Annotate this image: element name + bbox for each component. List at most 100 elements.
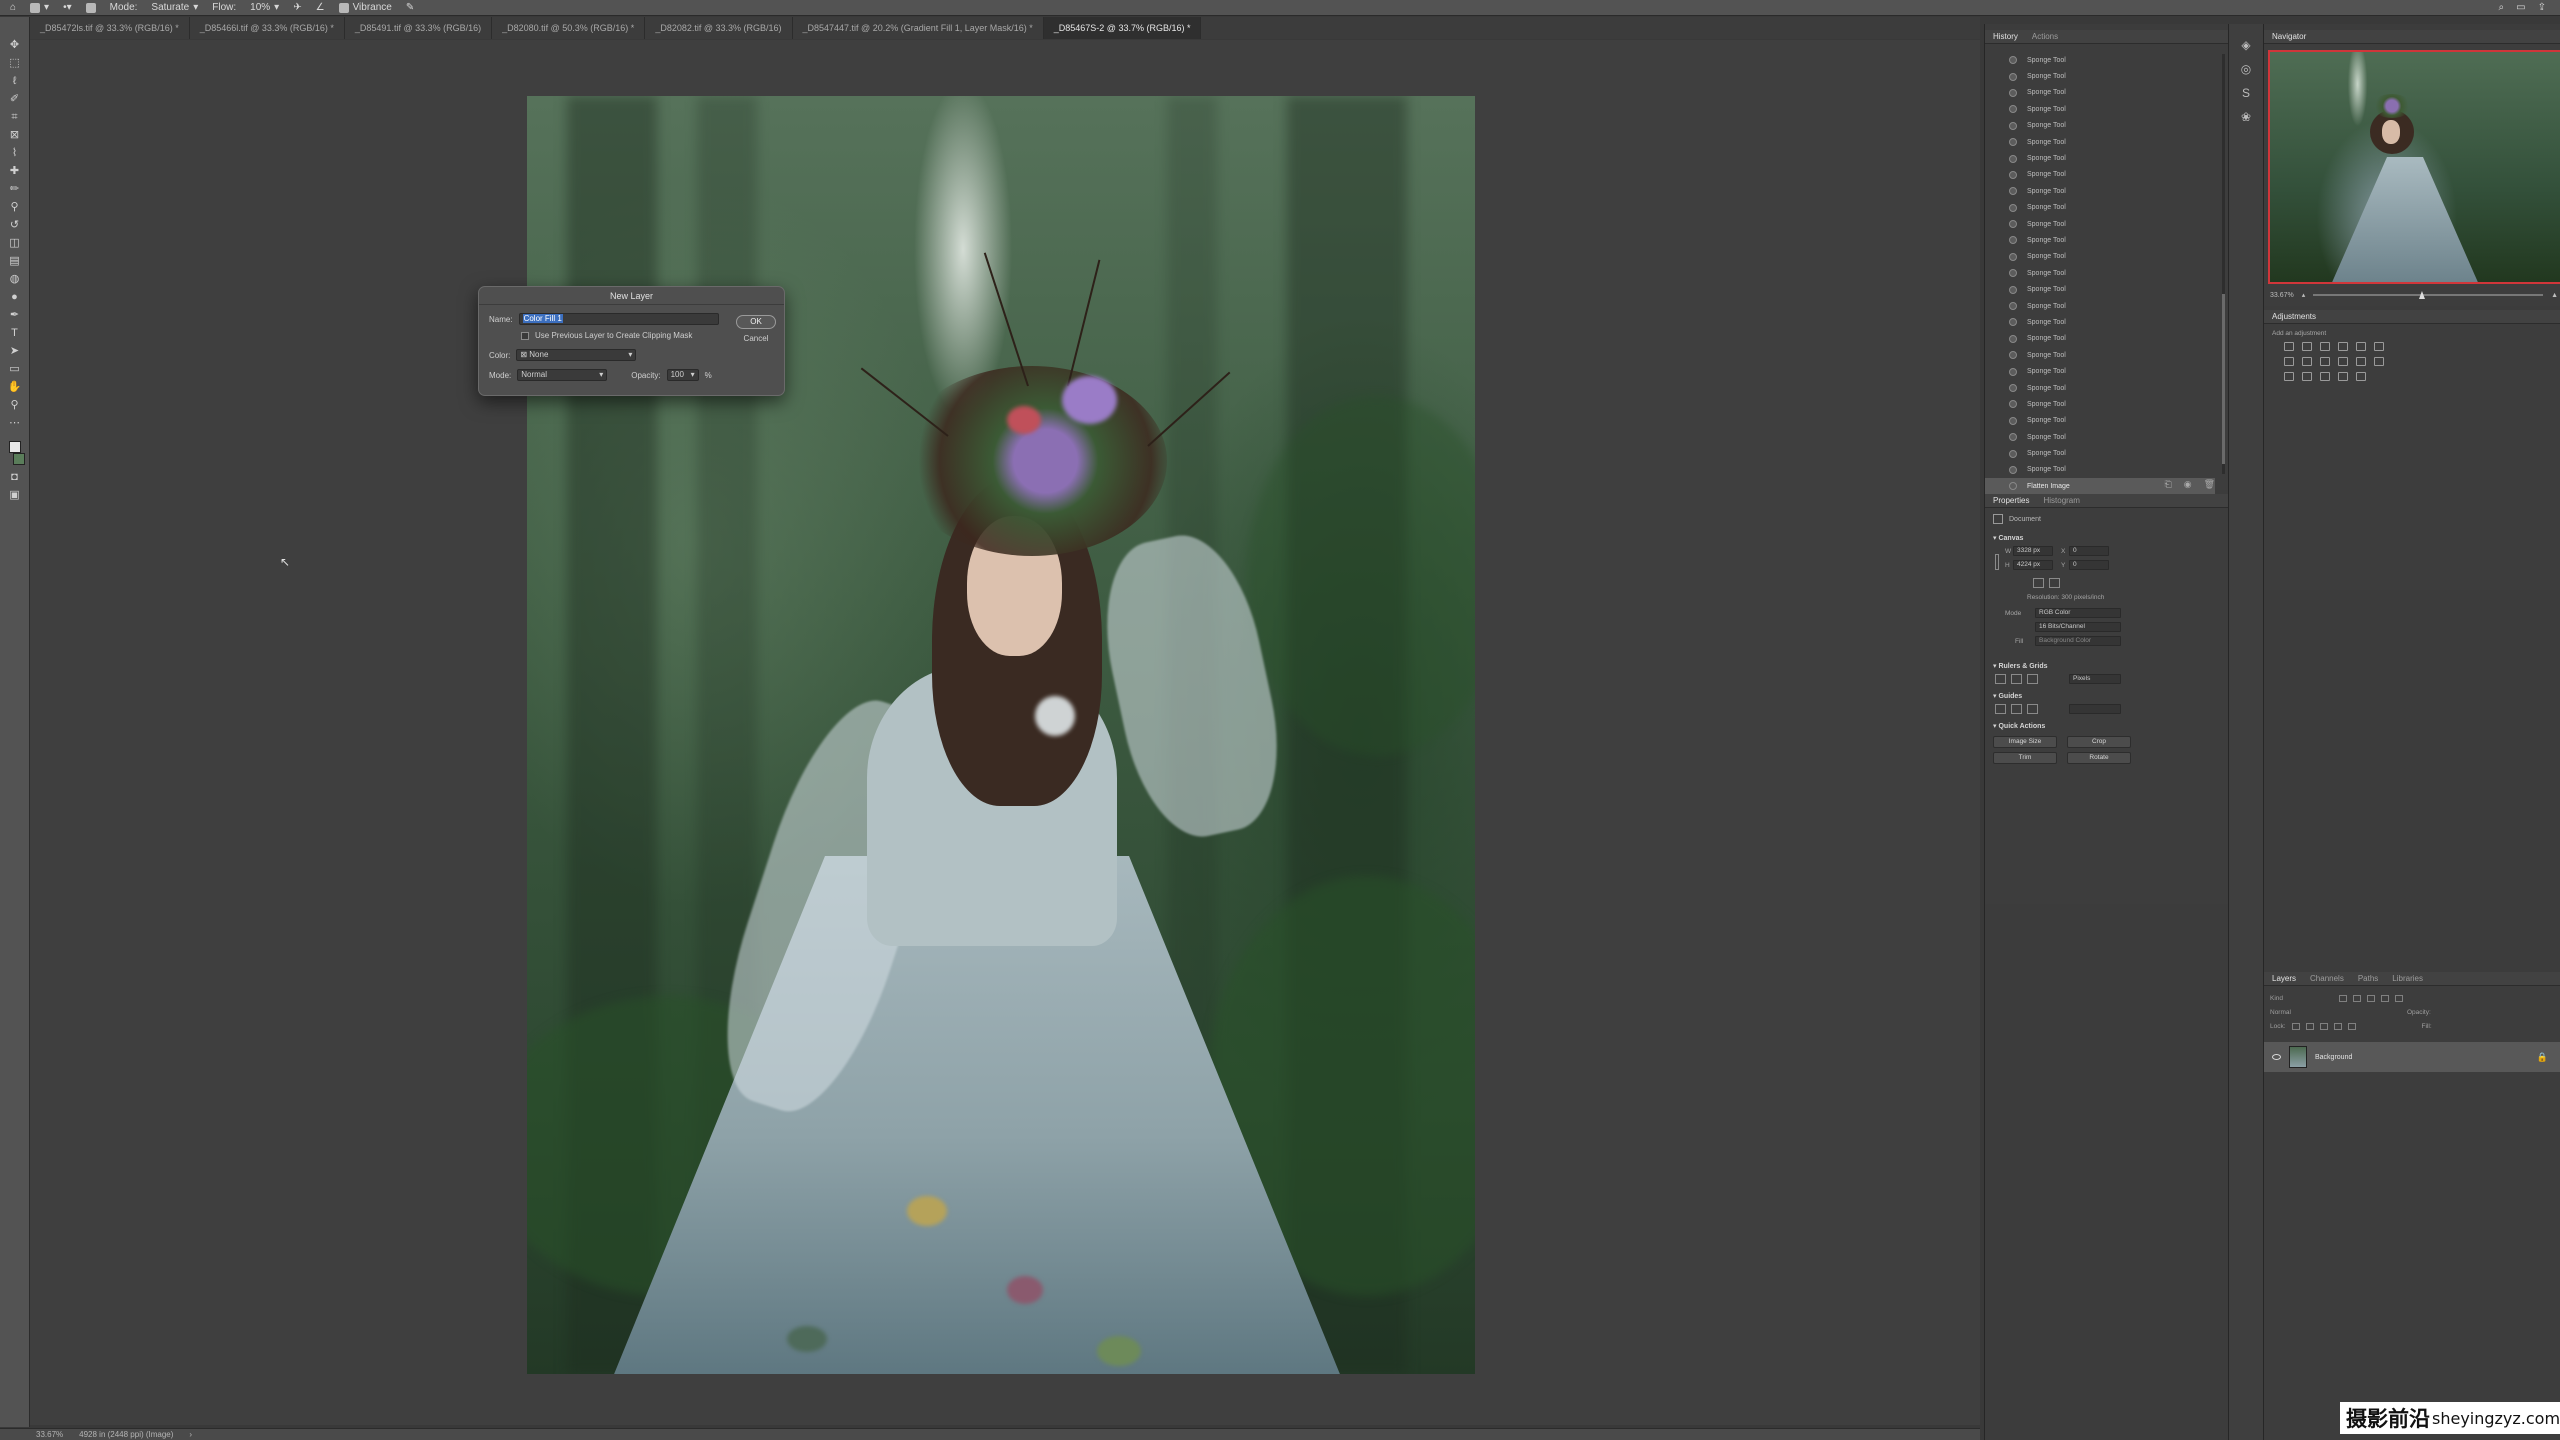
crop-button[interactable]: Crop <box>2067 736 2131 748</box>
pen-tool-icon[interactable]: ✒ <box>8 309 22 321</box>
move-tool-icon[interactable]: ✥ <box>8 39 22 51</box>
history-item[interactable]: Sponge Tool <box>1985 216 2215 232</box>
healing-brush-icon[interactable]: ✚ <box>8 165 22 177</box>
history-brush-icon[interactable]: ↺ <box>8 219 22 231</box>
ok-button[interactable]: OK <box>736 315 776 329</box>
clipping-mask-checkbox[interactable] <box>521 331 529 340</box>
doc-tab[interactable]: _D85491.tif @ 33.3% (RGB/16) <box>345 17 493 39</box>
brush-settings-icon[interactable] <box>85 2 96 13</box>
tab-actions[interactable]: Actions <box>2032 32 2058 41</box>
quick-select-tool-icon[interactable]: ✐ <box>8 93 22 105</box>
quick-mask-icon[interactable]: ◘ <box>8 471 22 483</box>
ruler-icon[interactable] <box>1995 674 2006 684</box>
tool-preset-picker[interactable]: ▾ <box>30 2 49 13</box>
blend-mode-select[interactable]: Normal <box>2270 1009 2291 1016</box>
history-item[interactable]: Sponge Tool <box>1985 101 2215 117</box>
shape-tool-icon[interactable]: ▭ <box>8 363 22 375</box>
filter-type-icon[interactable] <box>2367 994 2376 1002</box>
guide-new-icon[interactable] <box>2027 704 2038 714</box>
tab-navigator[interactable]: Navigator <box>2272 32 2306 41</box>
tab-channels[interactable]: Channels <box>2310 974 2344 983</box>
landscape-icon[interactable] <box>2049 578 2060 588</box>
filter-shape-icon[interactable] <box>2381 994 2390 1002</box>
history-item[interactable]: Sponge Tool <box>1985 298 2215 314</box>
tab-properties[interactable]: Properties <box>1993 496 2029 505</box>
camera-icon[interactable]: ◉ <box>2184 479 2192 490</box>
styles-icon[interactable]: S <box>2239 86 2253 100</box>
mode-select[interactable]: Saturate ▾ <box>151 2 198 13</box>
path-select-icon[interactable]: ➤ <box>8 345 22 357</box>
brush-tool-icon[interactable]: ✏ <box>8 183 22 195</box>
history-item[interactable]: Sponge Tool <box>1985 281 2215 297</box>
trash-icon[interactable]: 🗑 <box>2204 479 2215 490</box>
history-item[interactable]: Sponge Tool <box>1985 200 2215 216</box>
doc-tab[interactable]: _D82080.tif @ 50.3% (RGB/16) * <box>492 17 646 39</box>
new-document-icon[interactable]: ⎗ <box>2165 479 2172 490</box>
vibrance-checkbox[interactable]: Vibrance <box>338 2 392 13</box>
rulers-section-header[interactable]: ▾ Rulers & Grids <box>1993 662 2047 670</box>
filter-kind-select[interactable]: Kind <box>2270 995 2283 1002</box>
tab-adjustments[interactable]: Adjustments <box>2272 312 2316 321</box>
photo-filter-icon[interactable] <box>2338 357 2348 366</box>
marquee-tool-icon[interactable]: ⬚ <box>8 57 22 69</box>
scrollbar-thumb[interactable] <box>2222 294 2225 464</box>
black-white-icon[interactable] <box>2320 357 2330 366</box>
history-item[interactable]: Sponge Tool <box>1985 429 2215 445</box>
history-item[interactable]: Sponge Tool <box>1985 167 2215 183</box>
zoom-in-icon[interactable]: ▲ <box>2551 292 2558 299</box>
eyedropper-tool-icon[interactable]: ⌇ <box>8 147 22 159</box>
sponge-tool-icon[interactable]: ● <box>8 291 22 303</box>
zoom-tool-icon[interactable]: ⚲ <box>8 399 22 411</box>
gradient-tool-icon[interactable]: ▤ <box>8 255 22 267</box>
grid-icon[interactable] <box>2011 674 2022 684</box>
tab-layers[interactable]: Layers <box>2272 974 2296 983</box>
lock-all-icon[interactable] <box>2347 1022 2356 1030</box>
trim-button[interactable]: Trim <box>1993 752 2057 764</box>
mode-select[interactable]: Normal ▾ <box>517 369 608 381</box>
levels-icon[interactable] <box>2302 342 2312 351</box>
brightness-icon[interactable] <box>2284 342 2294 351</box>
history-item[interactable]: Sponge Tool <box>1985 396 2215 412</box>
lock-artboard-icon[interactable] <box>2333 1022 2342 1030</box>
image-size-button[interactable]: Image Size <box>1993 736 2057 748</box>
invert-icon[interactable] <box>2284 372 2294 381</box>
mode-select[interactable]: RGB Color <box>2035 608 2121 618</box>
filter-adjust-icon[interactable] <box>2353 994 2362 1002</box>
layer-row-background[interactable]: Background 🔒 <box>2264 1042 2560 1072</box>
history-item[interactable]: Sponge Tool <box>1985 68 2215 84</box>
color-select[interactable]: ⊠ None ▾ <box>516 349 637 361</box>
doc-tab[interactable]: _D82082.tif @ 33.3% (RGB/16) <box>645 17 793 39</box>
filter-pixel-icon[interactable] <box>2339 994 2348 1002</box>
channel-mixer-icon[interactable] <box>2356 357 2366 366</box>
width-field[interactable]: 3328 px <box>2013 546 2053 556</box>
more-tools-icon[interactable]: ⋯ <box>8 417 22 429</box>
navigator-zoom-slider[interactable] <box>2313 291 2544 299</box>
home-icon[interactable]: ⌂ <box>10 2 16 13</box>
exposure-icon[interactable] <box>2338 342 2348 351</box>
swatches-icon[interactable]: ◎ <box>2239 62 2253 76</box>
bit-depth-select[interactable]: 16 Bits/Channel <box>2035 622 2121 632</box>
gradient-triangle-icon[interactable] <box>2374 342 2384 351</box>
history-item[interactable]: Sponge Tool <box>1985 331 2215 347</box>
layer-name-input[interactable]: Color Fill 1 <box>518 313 719 325</box>
workspace-icon[interactable]: ▭ <box>2516 2 2525 13</box>
guides-section-header[interactable]: ▾ Guides <box>1993 692 2022 700</box>
gradient-map-icon[interactable] <box>2356 372 2366 381</box>
history-item[interactable]: Sponge Tool <box>1985 265 2215 281</box>
status-arrow-icon[interactable]: › <box>189 1430 192 1439</box>
history-item[interactable]: Sponge Tool <box>1985 134 2215 150</box>
guide-grid-icon[interactable] <box>2027 674 2038 684</box>
pressure-icon[interactable]: ✎ <box>406 2 414 13</box>
doc-tab[interactable]: _D8547447.tif @ 20.2% (Gradient Fill 1, … <box>793 17 1044 39</box>
history-item[interactable]: Sponge Tool <box>1985 413 2215 429</box>
history-item[interactable]: Sponge Tool <box>1985 150 2215 166</box>
doc-tab-active[interactable]: _D85467S-2 @ 33.7% (RGB/16) * <box>1043 17 1202 39</box>
tab-libraries[interactable]: Libraries <box>2392 974 2423 983</box>
color-icon[interactable]: ◈ <box>2239 38 2253 52</box>
posterize-icon[interactable] <box>2302 372 2312 381</box>
filter-smart-icon[interactable] <box>2395 994 2404 1002</box>
eye-icon[interactable] <box>2272 1054 2281 1060</box>
navigator-preview[interactable] <box>2268 50 2560 284</box>
zoom-out-icon[interactable]: ▴ <box>2302 291 2306 299</box>
tab-histogram[interactable]: Histogram <box>2043 496 2079 505</box>
